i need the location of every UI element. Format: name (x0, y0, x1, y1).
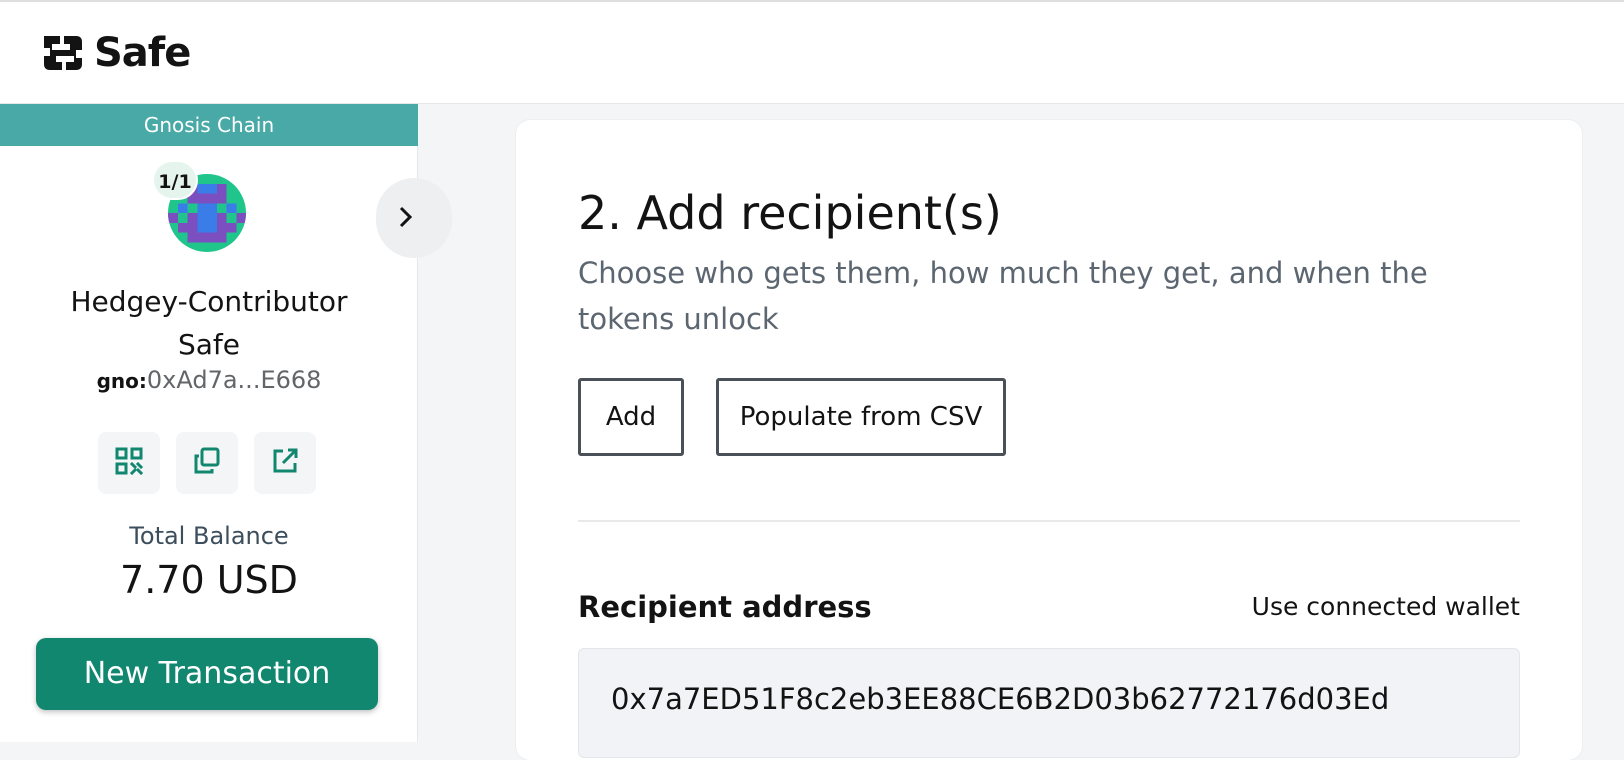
open-explorer-button[interactable] (254, 432, 316, 494)
safe-name-line2: Safe (177, 328, 240, 361)
chevron-right-icon (396, 204, 416, 237)
recipient-address-label: Recipient address (578, 590, 872, 624)
threshold-badge: 1/1 (152, 160, 198, 200)
qr-code-icon (114, 446, 144, 480)
step-description: Choose who gets them, how much they get,… (578, 256, 1428, 336)
safe-address: gno:0xAd7a...E668 (0, 366, 418, 394)
safe-logo-icon (40, 30, 86, 76)
brand-name: Safe (94, 30, 191, 76)
total-balance-value: 7.70 USD (120, 558, 298, 602)
safe-name: Hedgey-Contributor Safe (0, 280, 418, 366)
top-bar: Safe (0, 0, 1624, 104)
step-title: 2. Add recipient(s) (578, 186, 1002, 240)
chain-indicator: Gnosis Chain (0, 104, 418, 146)
copy-address-button[interactable] (176, 432, 238, 494)
use-connected-wallet-link[interactable]: Use connected wallet (1252, 592, 1520, 621)
sidebar: Gnosis Chain 1/1 Hedgey-Contributor Safe… (0, 104, 452, 742)
new-transaction-button[interactable]: New Transaction (36, 638, 378, 710)
safe-logo[interactable]: Safe (40, 30, 191, 76)
populate-csv-button[interactable]: Populate from CSV (716, 378, 1006, 456)
chain-prefix: gno: (96, 369, 147, 393)
add-recipient-button[interactable]: Add (578, 378, 684, 456)
total-balance-label: Total Balance (129, 522, 289, 550)
address-actions (98, 432, 316, 494)
divider (578, 520, 1520, 522)
qr-code-button[interactable] (98, 432, 160, 494)
copy-icon (192, 446, 222, 480)
recipients-card: 2. Add recipient(s) Choose who gets them… (516, 120, 1582, 760)
address-short: 0xAd7a...E668 (146, 366, 322, 394)
external-link-icon (270, 446, 300, 480)
collapse-sidebar-button[interactable] (376, 178, 452, 258)
safe-name-line1: Hedgey-Contributor (70, 285, 348, 318)
